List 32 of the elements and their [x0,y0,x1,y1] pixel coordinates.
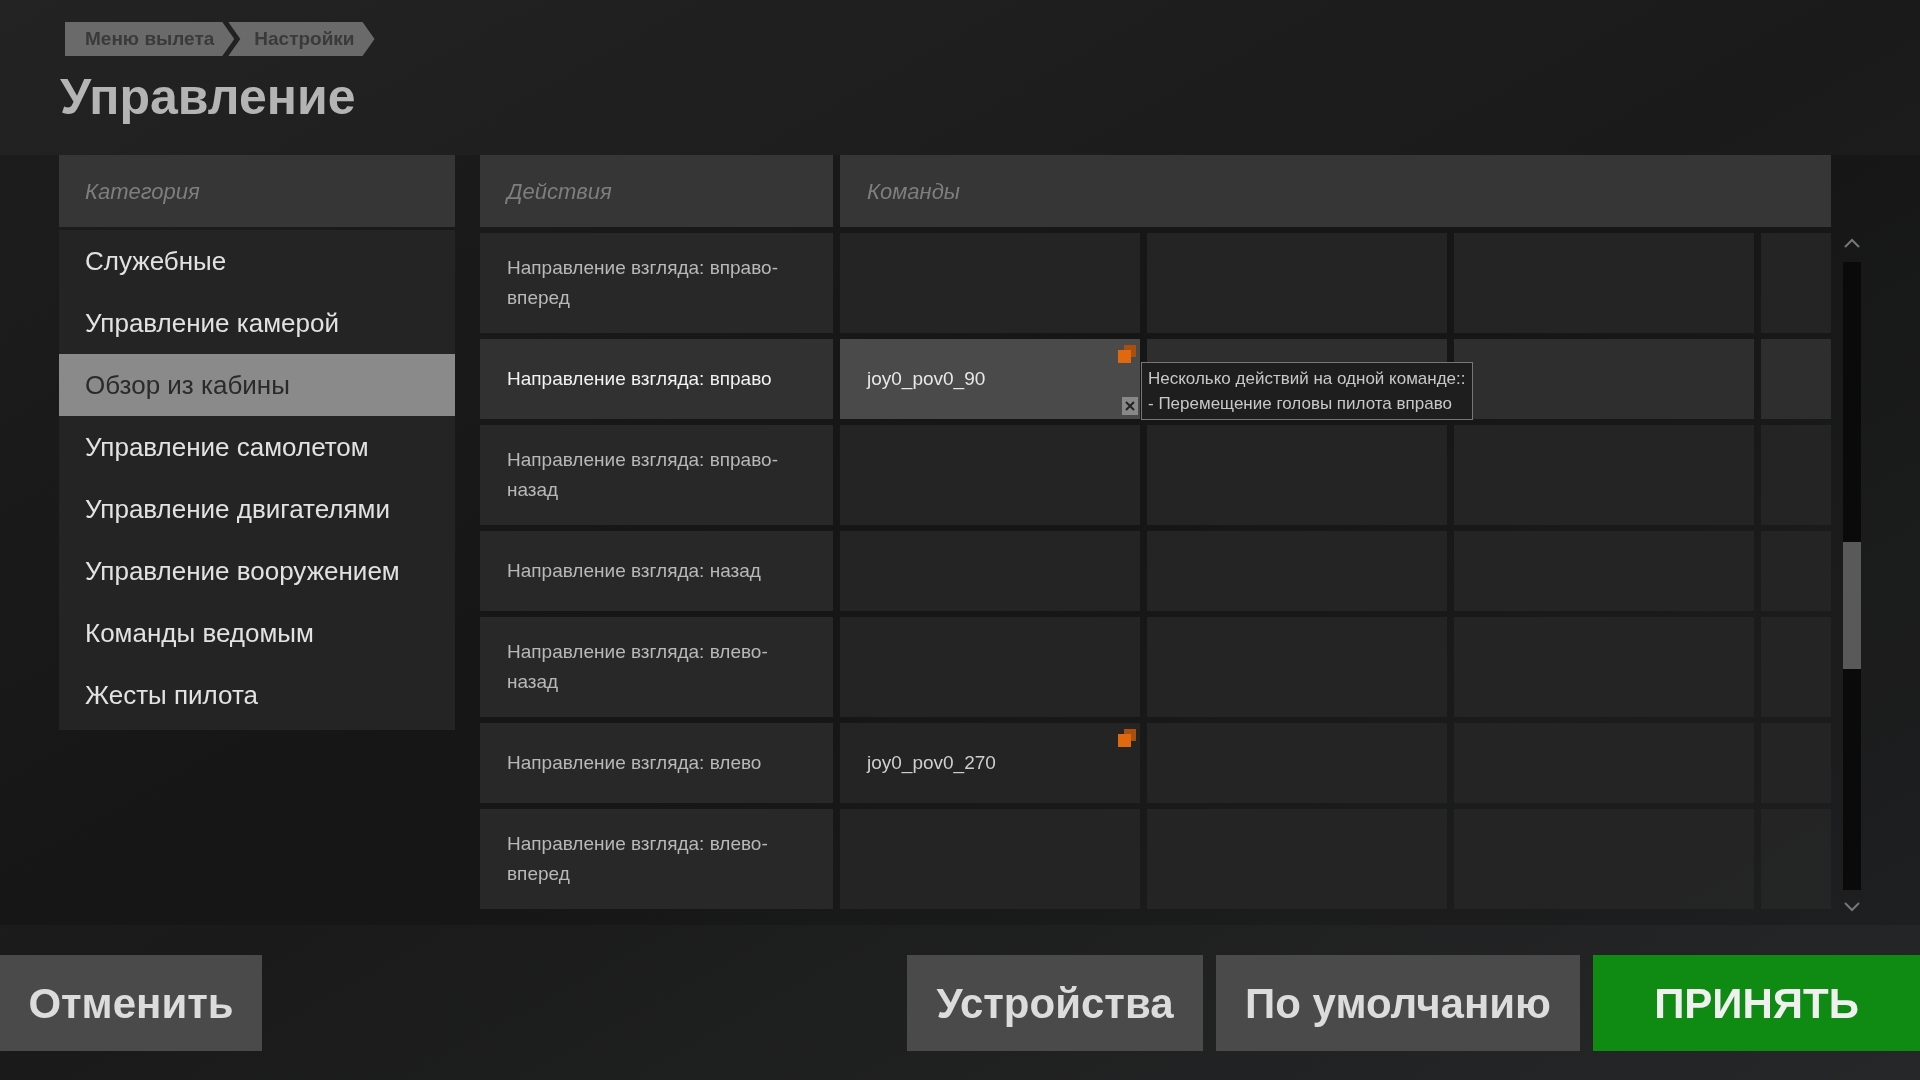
action-cell[interactable]: Направление взгляда: назад [480,531,833,611]
action-cell[interactable]: Направление взгляда: вправо-вперед [480,233,833,333]
action-cell[interactable]: Направление взгляда: влево-назад [480,617,833,717]
category-item[interactable]: Обзор из кабины [59,354,455,416]
tooltip-text: - Перемещение головы пилота вправо [1148,393,1453,415]
devices-button[interactable]: Устройства [907,955,1203,1051]
category-item[interactable]: Управление вооружением [59,540,455,602]
scrollbar[interactable] [1843,262,1861,890]
category-item[interactable]: Управление двигателями [59,478,455,540]
column-header: Действия [480,155,833,227]
accept-button[interactable]: ПРИНЯТЬ [1593,955,1920,1051]
command-cell[interactable]: joy0_pov0_90 [840,339,1140,419]
scroll-up-icon[interactable] [1844,238,1860,248]
scrollbar-thumb[interactable] [1843,542,1861,669]
scroll-down-icon[interactable] [1844,902,1860,912]
command-cell[interactable]: joy0_pov0_270 [840,723,1140,803]
column-header: Команды [840,155,1831,227]
tooltip-text: Несколько действий на одной команде:: [1148,368,1466,390]
category-item[interactable]: Управление самолетом [59,416,455,478]
category-item[interactable]: Жесты пилота [59,664,455,726]
category-item[interactable]: Служебные [59,230,455,292]
category-item[interactable]: Команды ведомым [59,602,455,664]
close-icon[interactable] [1122,397,1138,415]
action-cell[interactable]: Направление взгляда: влево-вперед [480,809,833,909]
page-title: Управление [60,68,356,127]
action-cell[interactable]: Направление взгляда: влево [480,723,833,803]
action-cell[interactable]: Направление взгляда: вправо-назад [480,425,833,525]
column-header: Категория [59,155,455,227]
category-item[interactable]: Управление камерой [59,292,455,354]
action-cell[interactable]: Направление взгляда: вправо [480,339,833,419]
cancel-button[interactable]: Отменить [0,955,262,1051]
defaults-button[interactable]: По умолчанию [1216,955,1580,1051]
